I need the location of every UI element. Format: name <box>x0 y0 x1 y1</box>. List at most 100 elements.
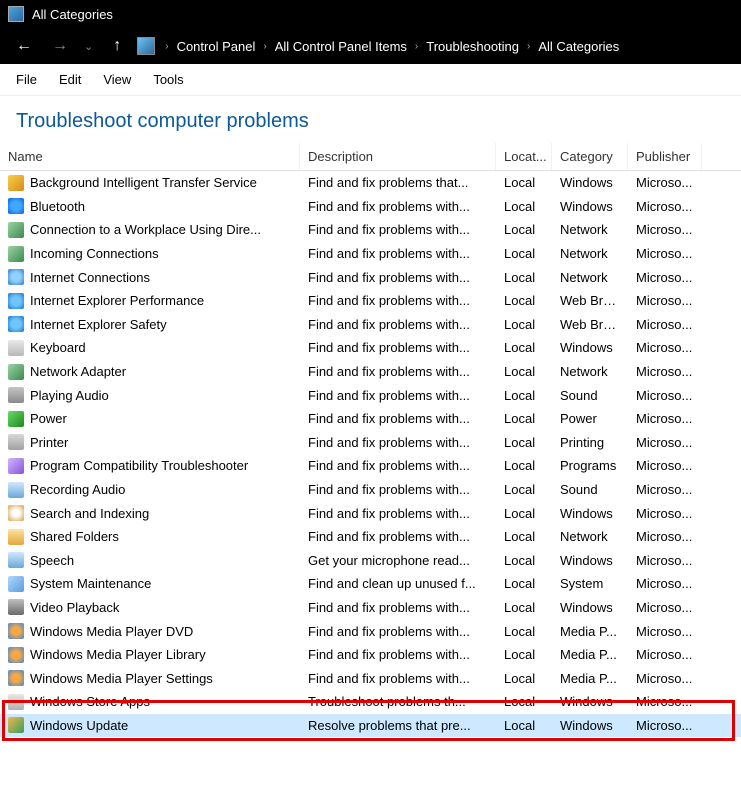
item-publisher: Microso... <box>628 386 702 405</box>
item-category: Web Bro... <box>552 291 628 310</box>
item-name: Bluetooth <box>30 199 85 214</box>
titlebar: All Categories <box>0 0 741 28</box>
list-item[interactable]: Windows Media Player Library Find and fix… <box>0 643 741 667</box>
chevron-right-icon[interactable]: › <box>159 41 174 52</box>
item-category: Network <box>552 527 628 546</box>
item-category: Sound <box>552 480 628 499</box>
item-publisher: Microso... <box>628 551 702 570</box>
item-category: Printing <box>552 433 628 452</box>
column-header-name[interactable]: Name <box>0 143 300 170</box>
list-item[interactable]: Shared FoldersFind and fix problems with… <box>0 525 741 549</box>
item-name: Windows Media Player DVD <box>30 624 193 639</box>
item-category: Sound <box>552 386 628 405</box>
item-publisher: Microso... <box>628 456 702 475</box>
list-item[interactable]: Windows Media Player DVD Find and fix pro… <box>0 619 741 643</box>
breadcrumb-item[interactable]: All Categories <box>536 35 621 58</box>
item-publisher: Microso... <box>628 362 702 381</box>
item-location: Local <box>496 173 552 192</box>
menubar: File Edit View Tools <box>0 64 741 96</box>
item-publisher: Microso... <box>628 244 702 263</box>
item-publisher: Microso... <box>628 220 702 239</box>
list-item[interactable]: Internet Explorer PerformanceFind and fi… <box>0 289 741 313</box>
list-item[interactable]: Network Adapter Find and fix problems wit… <box>0 360 741 384</box>
list-item[interactable]: BluetoothFind and fix problems with...Lo… <box>0 195 741 219</box>
item-category: Windows <box>552 504 628 523</box>
item-publisher: Microso... <box>628 480 702 499</box>
list-item[interactable]: Program Compatibility TroubleshooterFind… <box>0 454 741 478</box>
item-name: Recording Audio <box>30 482 125 497</box>
list-item[interactable]: Background Intelligent Transfer ServiceF… <box>0 171 741 195</box>
item-location: Local <box>496 338 552 357</box>
item-publisher: Microso... <box>628 338 702 357</box>
list-item[interactable]: Windows Store AppsTroubleshoot problems … <box>0 690 741 714</box>
item-location: Local <box>496 551 552 570</box>
list-item[interactable]: Internet ConnectionsFind and fix problem… <box>0 265 741 289</box>
column-header-publisher[interactable]: Publisher <box>628 143 702 170</box>
menu-tools[interactable]: Tools <box>143 68 193 91</box>
list-item[interactable]: Recording AudioFind and fix problems wit… <box>0 478 741 502</box>
item-category: Web Bro... <box>552 315 628 334</box>
nav-back-button[interactable]: ← <box>8 32 40 60</box>
item-location: Local <box>496 433 552 452</box>
troubleshooter-icon <box>8 293 24 309</box>
nav-forward-button[interactable]: → <box>44 32 76 60</box>
list-item[interactable]: Windows Update Resolve problems that pre.… <box>0 714 741 738</box>
item-name: Windows Media Player Library <box>30 647 206 662</box>
chevron-right-icon[interactable]: › <box>521 41 536 52</box>
breadcrumb-item[interactable]: Control Panel <box>175 35 258 58</box>
breadcrumb-root-icon[interactable] <box>137 37 155 55</box>
item-name: Network Adapter <box>30 364 126 379</box>
troubleshooter-icon <box>8 623 24 639</box>
item-description: Find and fix problems with... <box>300 669 496 688</box>
item-name: Search and Indexing <box>30 506 149 521</box>
list-item[interactable]: Connection to a Workplace Using Dire... F… <box>0 218 741 242</box>
list-item[interactable]: SpeechGet your microphone read...LocalWi… <box>0 549 741 573</box>
item-description: Find and fix problems with... <box>300 622 496 641</box>
item-name: Windows Update <box>30 718 128 733</box>
chevron-right-icon[interactable]: › <box>409 41 424 52</box>
item-name: Connection to a Workplace Using Dire... <box>30 222 261 237</box>
menu-file[interactable]: File <box>6 68 47 91</box>
list-item[interactable]: Windows Media Player SettingsFind and fi… <box>0 666 741 690</box>
menu-view[interactable]: View <box>93 68 141 91</box>
nav-history-dropdown[interactable]: ⌄ <box>80 40 97 53</box>
list-item[interactable]: System MaintenanceFind and clean up unus… <box>0 572 741 596</box>
item-category: Windows <box>552 716 628 735</box>
list-item[interactable]: PowerFind and fix problems with...LocalP… <box>0 407 741 431</box>
list-item[interactable]: KeyboardFind and fix problems with...Loc… <box>0 336 741 360</box>
troubleshooter-icon <box>8 387 24 403</box>
item-description: Find and fix problems with... <box>300 362 496 381</box>
item-name: Keyboard <box>30 340 86 355</box>
navbar: ← → ⌄ ↑ › Control Panel › All Control Pa… <box>0 28 741 64</box>
item-publisher: Microso... <box>628 268 702 287</box>
item-description: Find and fix problems with... <box>300 645 496 664</box>
item-description: Find and fix problems with... <box>300 220 496 239</box>
list-item[interactable]: Incoming ConnectionsFind and fix problem… <box>0 242 741 266</box>
list-item[interactable]: Video PlaybackFind and fix problems with… <box>0 596 741 620</box>
item-description: Find and fix problems with... <box>300 504 496 523</box>
list-item[interactable]: PrinterFind and fix problems with...Loca… <box>0 431 741 455</box>
item-description: Find and fix problems with... <box>300 291 496 310</box>
menu-edit[interactable]: Edit <box>49 68 91 91</box>
item-name: Speech <box>30 553 74 568</box>
list-item[interactable]: Search and Indexing Find and fix problems… <box>0 501 741 525</box>
item-category: Windows <box>552 692 628 711</box>
item-category: Media P... <box>552 669 628 688</box>
page-heading: Troubleshoot computer problems <box>0 96 741 143</box>
troubleshooter-icon <box>8 647 24 663</box>
item-location: Local <box>496 244 552 263</box>
breadcrumb-item[interactable]: All Control Panel Items <box>273 35 409 58</box>
item-description: Resolve problems that pre... <box>300 716 496 735</box>
column-header-description[interactable]: Description <box>300 143 496 170</box>
window: All Categories ← → ⌄ ↑ › Control Panel ›… <box>0 0 741 795</box>
breadcrumb-item[interactable]: Troubleshooting <box>424 35 521 58</box>
list-item[interactable]: Playing AudioFind and fix problems with.… <box>0 383 741 407</box>
chevron-right-icon[interactable]: › <box>257 41 272 52</box>
nav-up-button[interactable]: ↑ <box>101 32 133 60</box>
column-header-category[interactable]: Category <box>552 143 628 170</box>
troubleshooter-icon <box>8 482 24 498</box>
list-item[interactable]: Internet Explorer SafetyFind and fix pro… <box>0 313 741 337</box>
item-name: Shared Folders <box>30 529 119 544</box>
item-location: Local <box>496 456 552 475</box>
column-header-location[interactable]: Locat... <box>496 143 552 170</box>
